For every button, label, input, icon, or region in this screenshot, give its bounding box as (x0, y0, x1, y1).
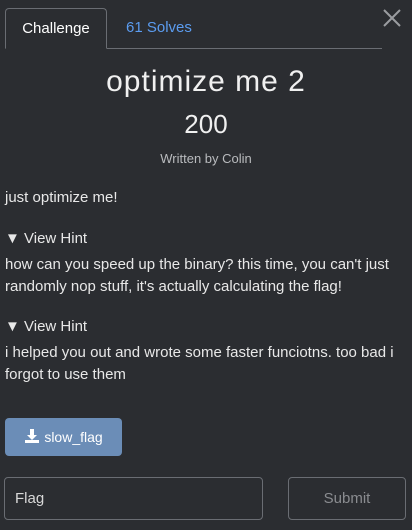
tab-bar: Challenge 61 Solves (5, 8, 382, 49)
view-hint-toggle[interactable]: ▼ View Hint (5, 318, 410, 340)
file-name: slow_flag (44, 429, 103, 445)
flag-input[interactable] (4, 477, 263, 520)
hint-1: ▼ View Hint how can you speed up the bin… (5, 230, 410, 298)
tab-solves[interactable]: 61 Solves (126, 8, 192, 48)
submit-button[interactable]: Submit (288, 477, 406, 520)
challenge-title: optimize me 2 (106, 65, 306, 98)
challenge-value: 200 (184, 109, 228, 139)
challenge-description: just optimize me! (5, 189, 118, 206)
hint-text: i helped you out and wrote some faster f… (5, 344, 394, 383)
tab-challenge[interactable]: Challenge (5, 8, 107, 49)
hint-text: how can you speed up the binary? this ti… (5, 256, 389, 295)
challenge-author: Written by Colin (160, 151, 252, 166)
view-hint-toggle[interactable]: ▼ View Hint (5, 230, 410, 252)
download-icon (24, 428, 44, 447)
hint-2: ▼ View Hint i helped you out and wrote s… (5, 318, 410, 386)
close-icon[interactable] (380, 6, 404, 30)
download-file-button[interactable]: slow_flag (5, 418, 122, 456)
